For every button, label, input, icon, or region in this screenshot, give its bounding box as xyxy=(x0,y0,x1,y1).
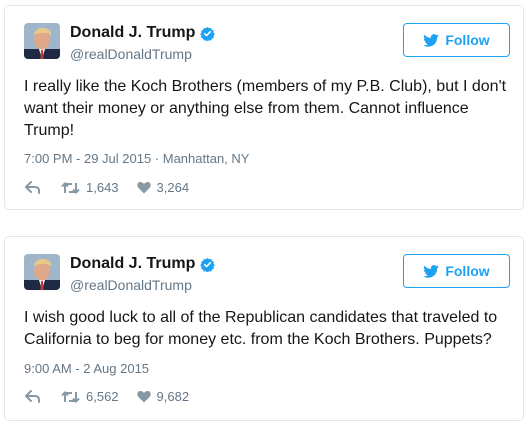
tweet-timestamp[interactable]: 9:00 AM - 2 Aug 2015 xyxy=(24,361,149,376)
like-button[interactable]: 9,682 xyxy=(136,389,190,404)
user-name-row: Donald J. Trump xyxy=(70,24,216,42)
retweet-count: 6,562 xyxy=(86,389,119,404)
user-handle[interactable]: @realDonaldTrump xyxy=(70,277,192,293)
verified-badge-icon xyxy=(200,257,216,272)
display-name[interactable]: Donald J. Trump xyxy=(70,24,195,42)
avatar[interactable] xyxy=(24,254,60,290)
verified-badge-icon xyxy=(200,26,216,41)
avatar[interactable] xyxy=(24,23,60,59)
display-name[interactable]: Donald J. Trump xyxy=(70,255,195,273)
heart-icon xyxy=(136,181,151,194)
user-name-row: Donald J. Trump xyxy=(70,255,216,273)
heart-icon xyxy=(136,390,151,403)
reply-icon xyxy=(25,181,40,194)
like-count: 3,264 xyxy=(156,180,190,195)
twitter-bird-icon xyxy=(423,33,440,47)
retweet-count: 1,643 xyxy=(86,180,119,195)
follow-button[interactable]: Follow xyxy=(403,254,510,288)
user-handle[interactable]: @realDonaldTrump xyxy=(70,46,192,62)
tweet-text: I really like the Koch Brothers (members… xyxy=(24,78,507,139)
reply-button[interactable] xyxy=(25,390,41,403)
reply-button[interactable] xyxy=(25,181,41,194)
follow-button[interactable]: Follow xyxy=(403,23,510,57)
follow-label: Follow xyxy=(445,32,490,48)
tweet-card: Donald J. Trump @realDonaldTrump Follow … xyxy=(4,236,524,421)
follow-label: Follow xyxy=(445,263,490,279)
tweet-text: I wish good luck to all of the Republica… xyxy=(24,309,498,348)
retweet-button[interactable]: 6,562 xyxy=(61,389,119,404)
twitter-bird-icon xyxy=(423,264,440,278)
reply-icon xyxy=(25,390,40,403)
tweet-card: Donald J. Trump @realDonaldTrump Follow … xyxy=(4,5,524,210)
tweet-actions: 1,643 3,264 xyxy=(25,180,189,195)
retweet-icon xyxy=(61,390,80,403)
like-button[interactable]: 3,264 xyxy=(136,180,190,195)
retweet-button[interactable]: 1,643 xyxy=(61,180,119,195)
like-count: 9,682 xyxy=(156,389,190,404)
retweet-icon xyxy=(61,181,80,194)
tweet-actions: 6,562 9,682 xyxy=(25,389,189,404)
tweet-timestamp[interactable]: 7:00 PM - 29 Jul 2015 · Manhattan, NY xyxy=(24,151,249,166)
